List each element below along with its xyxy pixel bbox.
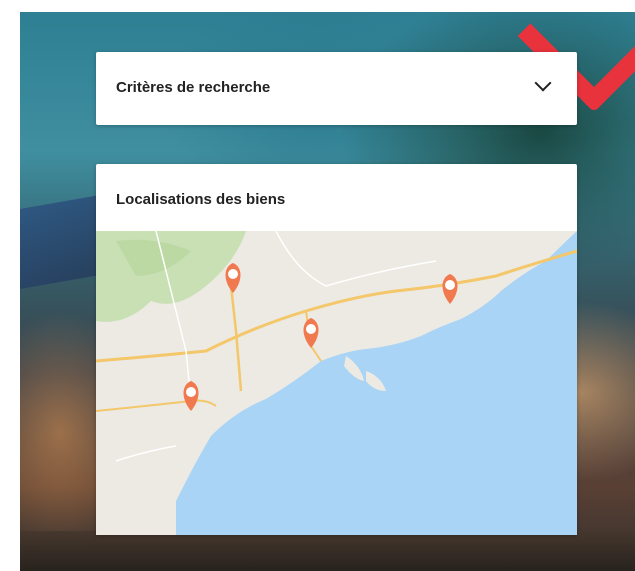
property-map[interactable] [96, 231, 577, 535]
property-locations-panel: Localisations des biens [96, 164, 577, 535]
search-criteria-title: Critères de recherche [116, 79, 271, 96]
background-roof [20, 194, 100, 290]
property-locations-title: Localisations des biens [116, 191, 286, 208]
search-criteria-panel[interactable]: Critères de recherche [96, 52, 577, 125]
chevron-down-icon[interactable] [534, 74, 552, 92]
background-deck [20, 531, 635, 571]
map-graphic [96, 231, 577, 535]
